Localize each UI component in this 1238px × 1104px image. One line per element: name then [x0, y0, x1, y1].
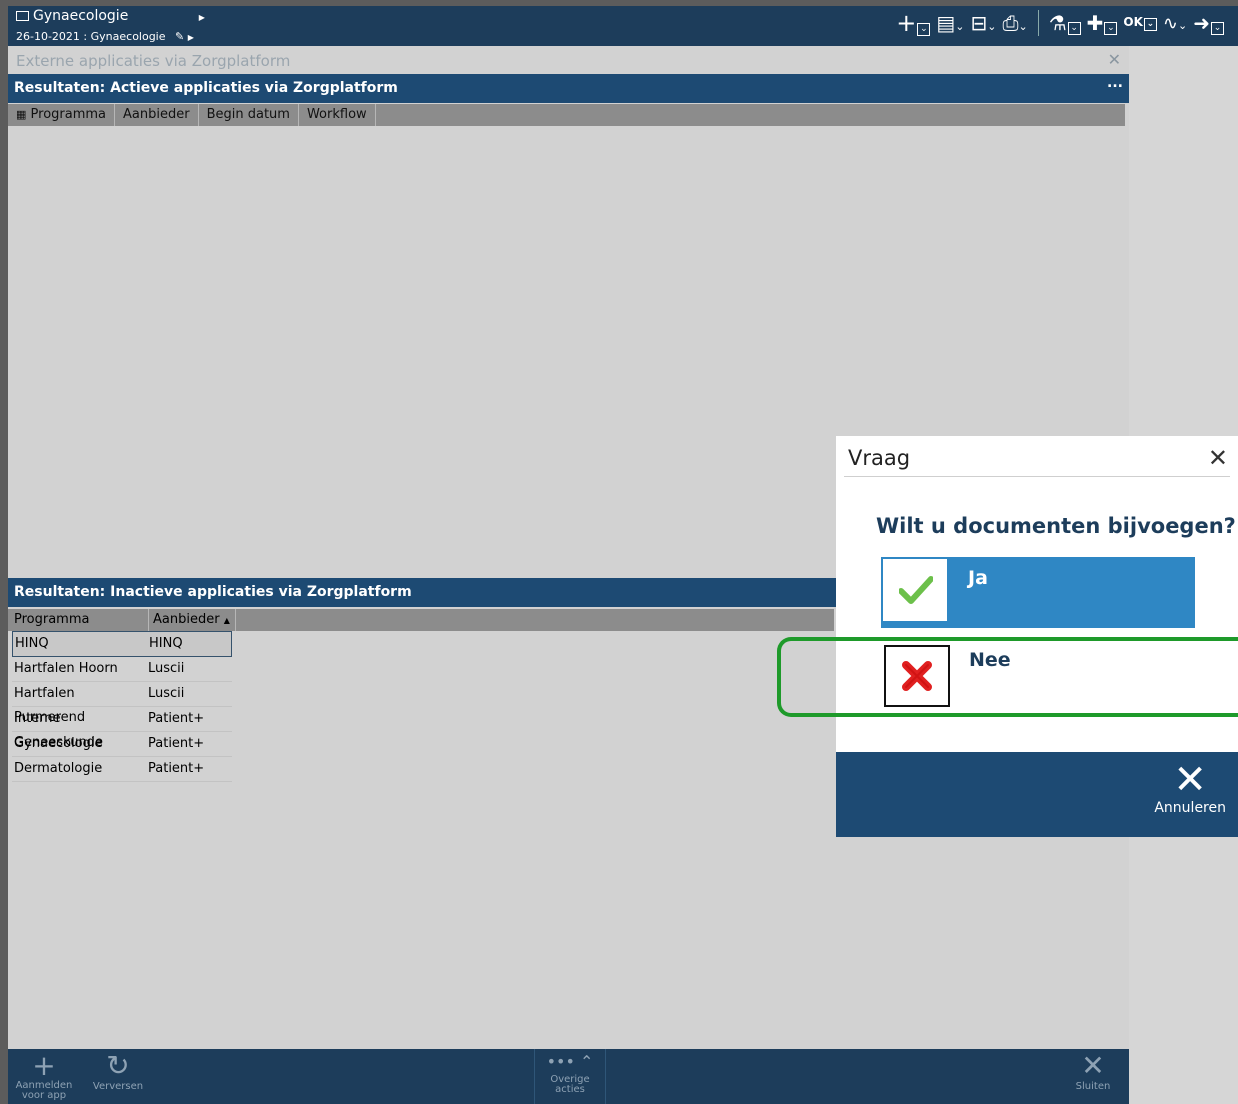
column-aanbieder[interactable]: Aanbieder ▲	[149, 609, 236, 631]
highlight-annotation	[777, 637, 1238, 717]
toolbar-separator	[1037, 10, 1039, 36]
table-row[interactable]: Interne Geneeskunde Patient+	[12, 707, 232, 750]
active-section-header: Resultaten: Actieve applicaties via Zorg…	[8, 74, 1131, 103]
sort-ascending-icon: ▲	[223, 616, 230, 625]
forms-icon[interactable]: ⊟⌄	[971, 11, 997, 35]
dialog-question: Wilt u documenten bijvoegen?	[876, 514, 1236, 538]
column-workflow[interactable]: Workflow	[299, 104, 376, 126]
table-row[interactable]: Dermatologie Patient+	[12, 757, 232, 782]
more-options-icon[interactable]: ...	[1107, 69, 1123, 97]
dialog-title: Vraag	[848, 446, 911, 470]
column-aanbieder[interactable]: Aanbieder	[115, 104, 199, 126]
add-item-icon[interactable]: ➜ ⌄	[1193, 11, 1224, 35]
top-bar: Gynaecologie ▶ 26-10-2021 : Gynaecologie…	[8, 6, 1238, 46]
dialog-divider	[844, 476, 1230, 477]
print-icon[interactable]: ⎙⌄	[1003, 11, 1028, 35]
pencil-icon: ✎	[175, 30, 185, 43]
yes-button[interactable]: Ja	[881, 557, 1195, 628]
plus-icon[interactable]: + ⌄	[896, 9, 931, 37]
window-close-icon[interactable]: ✕	[1108, 50, 1121, 69]
close-icon: ✕	[1081, 1049, 1105, 1082]
table-row[interactable]: Hartfalen Hoorn Luscii	[12, 657, 232, 682]
ellipsis-icon: ••• ⌃	[546, 1052, 594, 1071]
inactive-table: HINQ HINQ Hartfalen Hoorn Luscii Hartfalen…	[12, 631, 232, 782]
close-button[interactable]: ✕ Sluiten	[1068, 1049, 1118, 1093]
window-title: Externe applicaties via Zorgplatform	[16, 52, 291, 70]
dialog-footer: ✕ Annuleren	[836, 752, 1238, 837]
toolbar: + ⌄ ▤⌄ ⊟⌄ ⎙⌄ ⚗ ⌄ ✚ ⌄ OK ⌄ ∿⌄ ➜ ⌄	[896, 9, 1224, 37]
active-section-title: Resultaten: Actieve applicaties via Zorg…	[14, 80, 398, 96]
refresh-button[interactable]: ↻ Verversen	[88, 1049, 148, 1093]
lab-icon[interactable]: ⚗ ⌄	[1049, 11, 1081, 35]
close-icon: ✕	[1173, 757, 1207, 803]
inactive-section-title: Resultaten: Inactieve applicaties via Zo…	[14, 584, 412, 600]
document-icon[interactable]: ▤⌄	[936, 11, 964, 35]
medication-icon[interactable]: ✚ ⌄	[1087, 11, 1118, 35]
folder-icon	[16, 11, 29, 21]
date-context-label: 26-10-2021 : Gynaecologie	[16, 30, 166, 43]
inactive-section-header: Resultaten: Inactieve applicaties via Zo…	[8, 578, 840, 607]
table-row[interactable]: Hartfalen Purmerend Luscii	[12, 682, 232, 725]
context-selector[interactable]: 26-10-2021 : Gynaecologie ✎ ▶	[16, 30, 194, 43]
column-begin-datum[interactable]: Begin datum	[199, 104, 299, 126]
cancel-button[interactable]: ✕ Annuleren	[1154, 760, 1226, 816]
bottom-action-bar: + Aanmelden voor app ↻ Verversen ••• ⌃ O…	[8, 1049, 1129, 1104]
caret-right-icon: ▶	[198, 13, 205, 22]
plus-icon: +	[32, 1049, 56, 1082]
caret-right-icon: ▶	[187, 33, 194, 42]
inactive-table-header: Programma Aanbieder ▲	[8, 609, 834, 631]
table-row[interactable]: HINQ HINQ	[12, 631, 232, 657]
route-icon[interactable]: ∿⌄	[1163, 13, 1187, 34]
table-row[interactable]: Gynaecologie Patient+	[12, 732, 232, 757]
app-icon: ▦	[16, 108, 27, 121]
refresh-icon: ↻	[106, 1049, 130, 1082]
more-actions-button[interactable]: ••• ⌃ Overige acties	[534, 1049, 606, 1104]
department-label: Gynaecologie	[33, 8, 129, 24]
dialog-close-icon[interactable]: ✕	[1208, 444, 1228, 472]
column-programma[interactable]: Programma	[8, 609, 149, 631]
left-edge	[0, 0, 8, 1104]
yes-label: Ja	[968, 567, 988, 589]
department-selector[interactable]: Gynaecologie ▶	[16, 8, 205, 24]
active-table-header: ▦ Programma Aanbieder Begin datum Workfl…	[8, 104, 1125, 126]
checkmark-icon	[883, 559, 947, 621]
ok-icon[interactable]: OK ⌄	[1123, 15, 1157, 31]
register-app-button[interactable]: + Aanmelden voor app	[14, 1051, 74, 1101]
column-programma[interactable]: ▦ Programma	[8, 104, 116, 126]
